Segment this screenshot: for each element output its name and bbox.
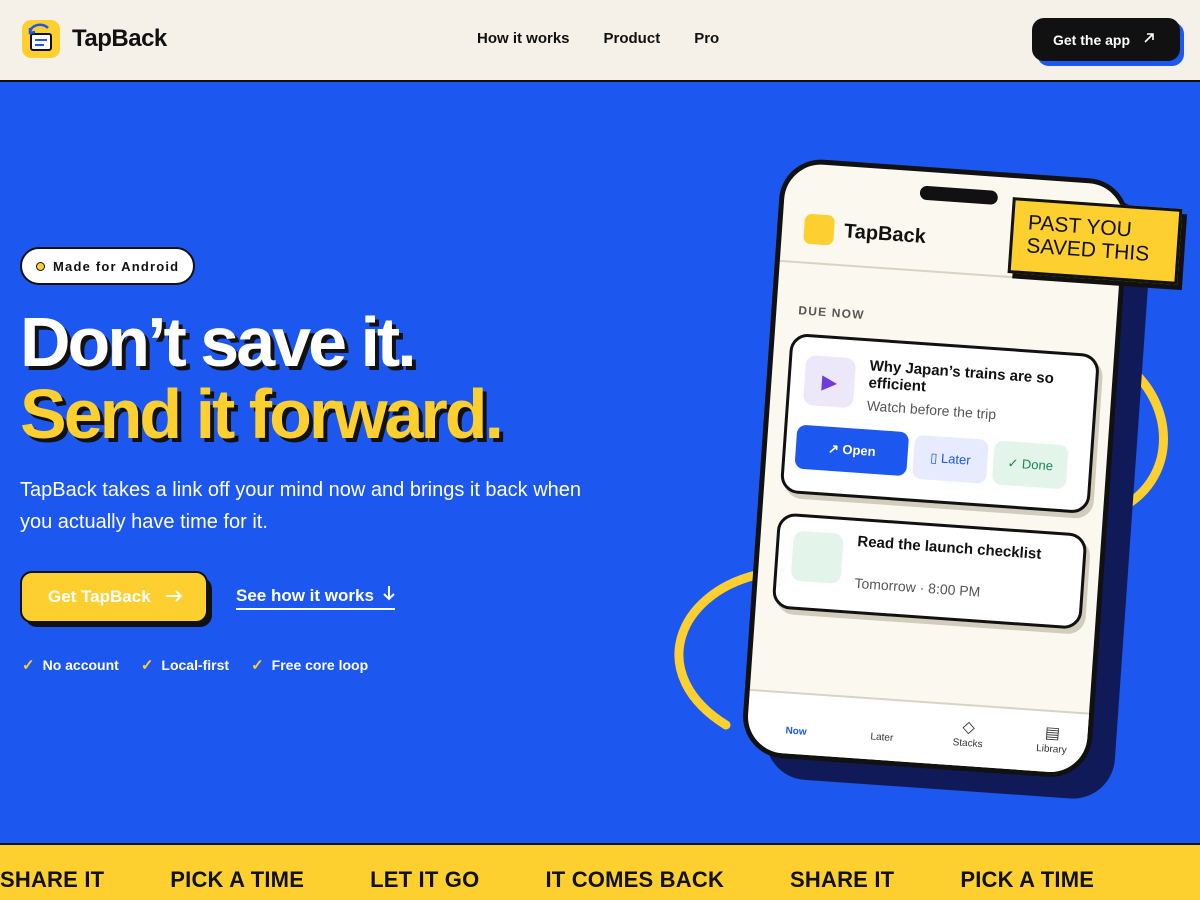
badge-label: Made for Android [53, 258, 180, 274]
nav-pro[interactable]: Pro [694, 30, 719, 47]
tab-label: Stacks [952, 737, 983, 751]
library-icon: ▤ [1044, 724, 1061, 743]
link-card[interactable]: Read the launch checklist Tomorrow · 8:0… [771, 512, 1088, 630]
tab-stacks[interactable]: ◇ Stacks [932, 716, 1004, 752]
check-icon: ✓ [251, 657, 264, 674]
check-label: No account [42, 657, 119, 673]
ticker-item: IT COMES BACK [545, 867, 725, 892]
arrow-up-right-icon [1142, 31, 1156, 48]
open-button[interactable]: ↗ Open [794, 424, 910, 477]
see-how-it-works-link[interactable]: See how it works [236, 585, 395, 610]
badge-dot-icon [36, 261, 45, 271]
get-tapback-label: Get TapBack [48, 587, 151, 606]
later-icon [847, 710, 918, 735]
tab-later[interactable]: Later [847, 710, 919, 746]
app-brand-name: TapBack [843, 219, 927, 248]
headline-line-1: Don’t save it. [20, 303, 417, 381]
tapback-logo-icon [22, 20, 60, 58]
tab-now[interactable]: Now [761, 704, 833, 740]
marquee-ticker: SHARE IT PICK A TIME LET IT GO IT COMES … [0, 843, 1200, 900]
ticker-item: PICK A TIME [960, 867, 1095, 892]
check-item: ✓ No account [22, 656, 119, 674]
headline-line-2: Send it forward. [20, 375, 504, 453]
check-icon: ✓ [140, 657, 154, 674]
hero-lead: TapBack takes a link off your mind now a… [20, 479, 582, 533]
card-subtitle: Tomorrow · 8:00 PM [854, 574, 981, 600]
hero-headline: Don’t save it. Send it forward. [20, 303, 504, 453]
android-badge: Made for Android [20, 247, 196, 285]
see-how-label: See how it works [236, 586, 374, 605]
tab-label: Library [1035, 742, 1068, 757]
tapback-logo-icon [803, 213, 836, 246]
get-app-button[interactable]: Get the app [1032, 18, 1180, 61]
tab-label: Now [785, 725, 807, 738]
nav-how-it-works[interactable]: How it works [477, 30, 570, 47]
ticker-item: SHARE IT [790, 867, 895, 892]
brand-name: TapBack [72, 25, 167, 52]
main-nav: How it works Product Pro [477, 30, 719, 47]
arrow-down-icon [382, 586, 395, 605]
ticker-row: SHARE IT PICK A TIME LET IT GO IT COMES … [0, 867, 1094, 893]
check-label: Local-first [161, 657, 230, 673]
check-item: ✓ Local-first [141, 656, 229, 674]
card-subtitle: Watch before the trip [866, 397, 997, 423]
get-tapback-button[interactable]: Get TapBack [20, 571, 208, 623]
done-button[interactable]: ✓ Done [991, 440, 1069, 490]
play-icon: ▶ [802, 354, 857, 409]
tab-library[interactable]: ▤ Library [1016, 722, 1088, 758]
ticker-item: PICK A TIME [170, 867, 305, 892]
diamond-icon: ◇ [962, 718, 976, 737]
phone-notch [919, 185, 999, 205]
check-item: ✓ Free core loop [251, 656, 368, 674]
later-button[interactable]: ▯ Later [911, 434, 989, 484]
section-label: DUE NOW [797, 303, 866, 322]
nav-product[interactable]: Product [604, 30, 661, 47]
card-title: Read the launch checklist [856, 533, 1042, 563]
check-label: Free core loop [271, 657, 369, 673]
site-header: TapBack How it works Product Pro Get the… [0, 0, 1200, 82]
check-icon: ✓ [22, 657, 35, 674]
card-thumbnail [790, 530, 844, 584]
get-app-label: Get the app [1053, 31, 1131, 48]
arrow-right-icon [165, 587, 183, 607]
ticker-item: LET IT GO [370, 867, 480, 892]
now-icon [762, 704, 833, 729]
brand-logo[interactable]: TapBack [22, 20, 167, 58]
link-card[interactable]: ▶ Why Japan’s trains are so efficient Wa… [779, 332, 1101, 515]
past-you-sticker: PAST YOU SAVED THIS [1007, 197, 1183, 285]
app-header: TapBack [803, 213, 927, 252]
ticker-item: SHARE IT [0, 867, 105, 892]
feature-checks: ✓ No account ✓ Local-first ✓ Free core l… [22, 656, 368, 674]
tab-label: Later [870, 731, 894, 744]
